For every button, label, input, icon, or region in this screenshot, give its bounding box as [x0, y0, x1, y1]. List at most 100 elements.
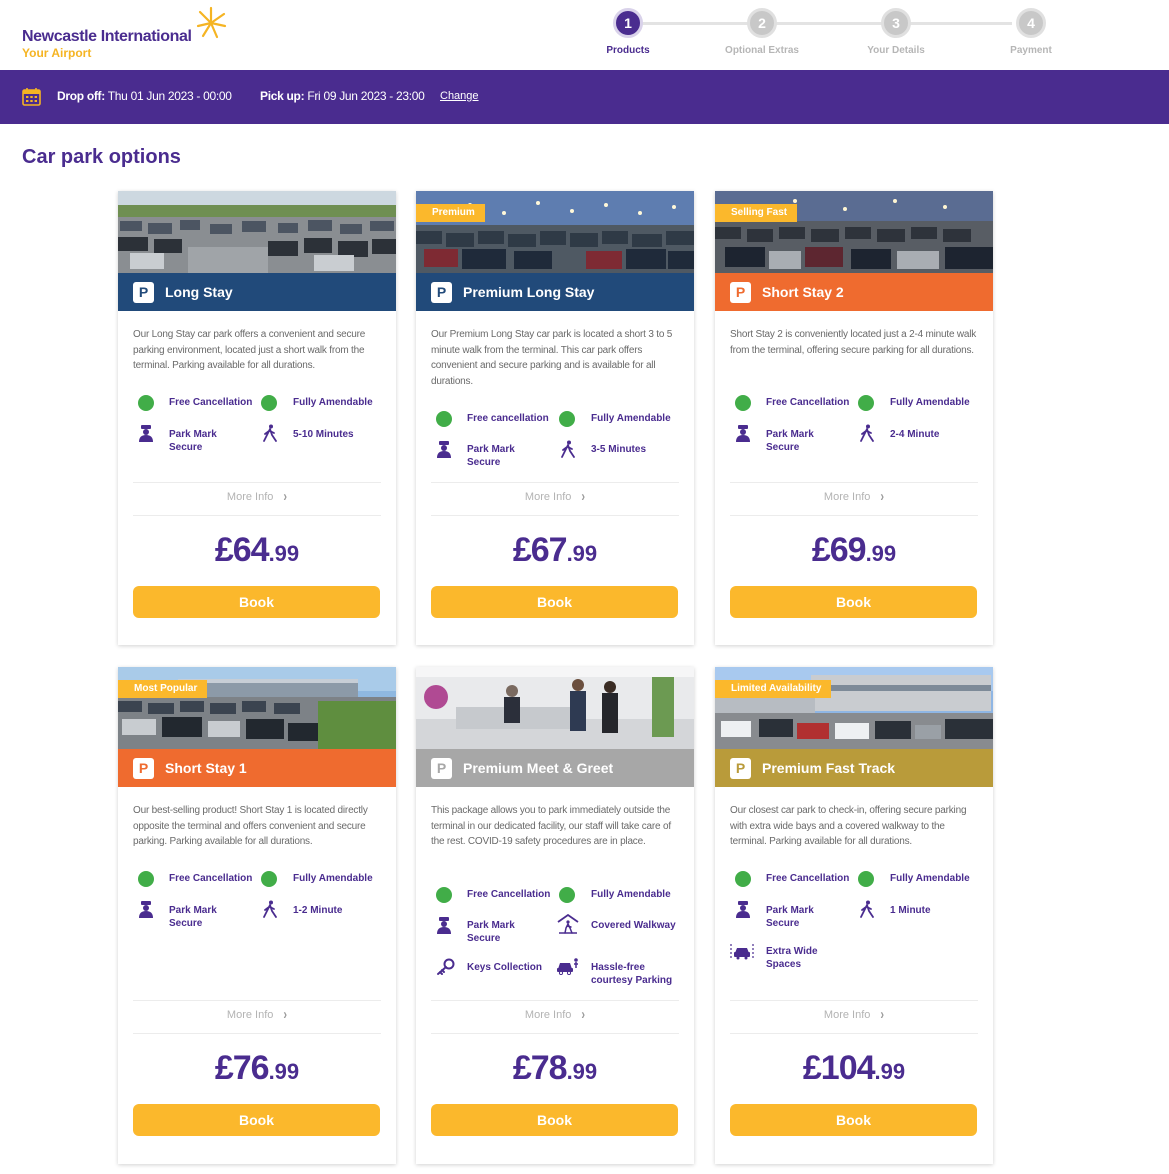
more-info-link[interactable]: More Info ›	[416, 1007, 694, 1023]
car-park-name: Short Stay 1	[165, 760, 247, 776]
change-dates-link[interactable]: Change	[440, 90, 479, 102]
divider	[431, 515, 679, 516]
feature-walk-time: 2-4 Minute	[890, 429, 940, 440]
card-header: P Premium Fast Track	[715, 749, 993, 787]
card-header: P Long Stay	[118, 273, 396, 311]
step-products[interactable]: 1 Products	[583, 8, 673, 56]
parking-icon: P	[730, 282, 751, 303]
step-label: Products	[606, 45, 650, 56]
step-payment[interactable]: 4 Payment	[986, 8, 1076, 56]
check-icon	[436, 887, 452, 903]
feature-park-mark-secure: Park Mark Secure	[169, 905, 217, 929]
feature-free-cancellation: Free Cancellation	[467, 889, 551, 900]
car-park-description: Our Long Stay car park offers a convenie…	[133, 329, 366, 371]
parking-icon: P	[431, 758, 452, 779]
card-header: P Premium Long Stay	[416, 273, 694, 311]
car-park-name: Premium Fast Track	[762, 760, 896, 776]
step-your-details[interactable]: 3 Your Details	[851, 8, 941, 56]
check-icon	[261, 871, 277, 887]
book-button[interactable]: Book	[730, 1104, 977, 1136]
check-icon	[261, 395, 277, 411]
feature-free-cancellation: Free Cancellation	[766, 397, 850, 408]
more-info-label: More Info	[823, 491, 871, 503]
divider	[133, 1000, 381, 1001]
car-park-name: Premium Meet & Greet	[463, 760, 614, 776]
more-info-link[interactable]: More Info ›	[118, 1007, 396, 1023]
book-button[interactable]: Book	[730, 586, 977, 618]
step-number: 3	[881, 8, 911, 38]
price-major: £64	[214, 531, 270, 569]
security-guard-icon	[437, 917, 451, 934]
feature-extra-wide-spaces: Extra Wide Spaces	[766, 946, 818, 970]
courtesy-car-icon	[557, 958, 578, 975]
chevron-right-icon: ›	[880, 489, 885, 505]
feature-fully-amendable: Fully Amendable	[890, 873, 970, 884]
pickup-info: Pick up: Fri 09 Jun 2023 - 23:00	[260, 89, 425, 103]
more-info-link[interactable]: More Info ›	[715, 489, 993, 505]
car-park-card-short-stay-1: Most Popular P Short Stay 1 Our best-sel…	[118, 667, 396, 1164]
divider	[730, 1033, 978, 1034]
price-major: £78	[512, 1049, 568, 1087]
more-info-link[interactable]: More Info ›	[118, 489, 396, 505]
card-header: P Short Stay 1	[118, 749, 396, 787]
badge-most-popular: Most Popular	[118, 680, 208, 698]
security-guard-icon	[437, 441, 451, 458]
checkout-steps: 1 Products 2 Optional Extras 3 Your Deta…	[594, 8, 1064, 62]
badge-limited-availability: Limited Availability	[715, 680, 832, 698]
step-label: Your Details	[867, 45, 925, 56]
feature-covered-walkway: Covered Walkway	[591, 920, 676, 931]
booking-summary-bar: Drop off: Thu 01 Jun 2023 - 00:00 Pick u…	[0, 70, 1169, 124]
feature-courtesy-parking: Hassle-free courtesy Parking	[591, 962, 673, 986]
more-info-link[interactable]: More Info ›	[416, 489, 694, 505]
price: £67.99	[416, 531, 694, 570]
wide-bay-icon	[730, 944, 754, 960]
security-guard-icon	[736, 425, 750, 442]
car-park-photo	[416, 667, 694, 749]
price: £69.99	[715, 531, 993, 570]
feature-fully-amendable: Fully Amendable	[293, 873, 373, 884]
feature-free-cancellation: Free cancellation	[467, 413, 549, 424]
price-minor: .99	[566, 1059, 598, 1084]
car-park-card-premium-long-stay: Premium P Premium Long Stay Our Premium …	[416, 191, 694, 645]
divider	[431, 1033, 679, 1034]
book-button[interactable]: Book	[431, 1104, 678, 1136]
check-icon	[559, 887, 575, 903]
book-button[interactable]: Book	[133, 1104, 380, 1136]
feature-free-cancellation: Free Cancellation	[169, 873, 253, 884]
more-info-label: More Info	[226, 1009, 274, 1021]
divider	[133, 482, 381, 483]
feature-keys-collection: Keys Collection	[467, 962, 543, 973]
logo-title: Newcastle International	[22, 28, 192, 45]
more-info-label: More Info	[524, 491, 572, 503]
chevron-right-icon: ›	[581, 489, 586, 505]
walking-icon	[561, 440, 575, 458]
check-icon	[559, 411, 575, 427]
feature-fully-amendable: Fully Amendable	[591, 413, 671, 424]
check-icon	[735, 871, 751, 887]
book-button[interactable]: Book	[431, 586, 678, 618]
chevron-right-icon: ›	[880, 1007, 885, 1023]
car-park-photo	[118, 191, 396, 273]
book-button[interactable]: Book	[133, 586, 380, 618]
feature-park-mark-secure: Park Mark Secure	[169, 429, 217, 453]
divider	[730, 482, 978, 483]
price-minor: .99	[865, 541, 897, 566]
divider	[730, 515, 978, 516]
car-park-description: Short Stay 2 is conveniently located jus…	[730, 329, 977, 356]
feature-walk-time: 1-2 Minute	[293, 905, 343, 916]
more-info-link[interactable]: More Info ›	[715, 1007, 993, 1023]
price-major: £69	[811, 531, 867, 569]
price: £78.99	[416, 1049, 694, 1088]
feature-park-mark-secure: Park Mark Secure	[467, 920, 515, 944]
feature-fully-amendable: Fully Amendable	[293, 397, 373, 408]
car-park-card-long-stay: P Long Stay Our Long Stay car park offer…	[118, 191, 396, 645]
divider	[133, 515, 381, 516]
pickup-value: Fri 09 Jun 2023 - 23:00	[307, 89, 425, 103]
feature-walk-time: 1 Minute	[890, 905, 931, 916]
divider	[431, 482, 679, 483]
price-minor: .99	[268, 541, 300, 566]
feature-park-mark-secure: Park Mark Secure	[467, 444, 515, 468]
site-logo[interactable]: Newcastle International Your Airport	[22, 6, 232, 62]
step-number: 2	[747, 8, 777, 38]
step-optional-extras[interactable]: 2 Optional Extras	[717, 8, 807, 56]
